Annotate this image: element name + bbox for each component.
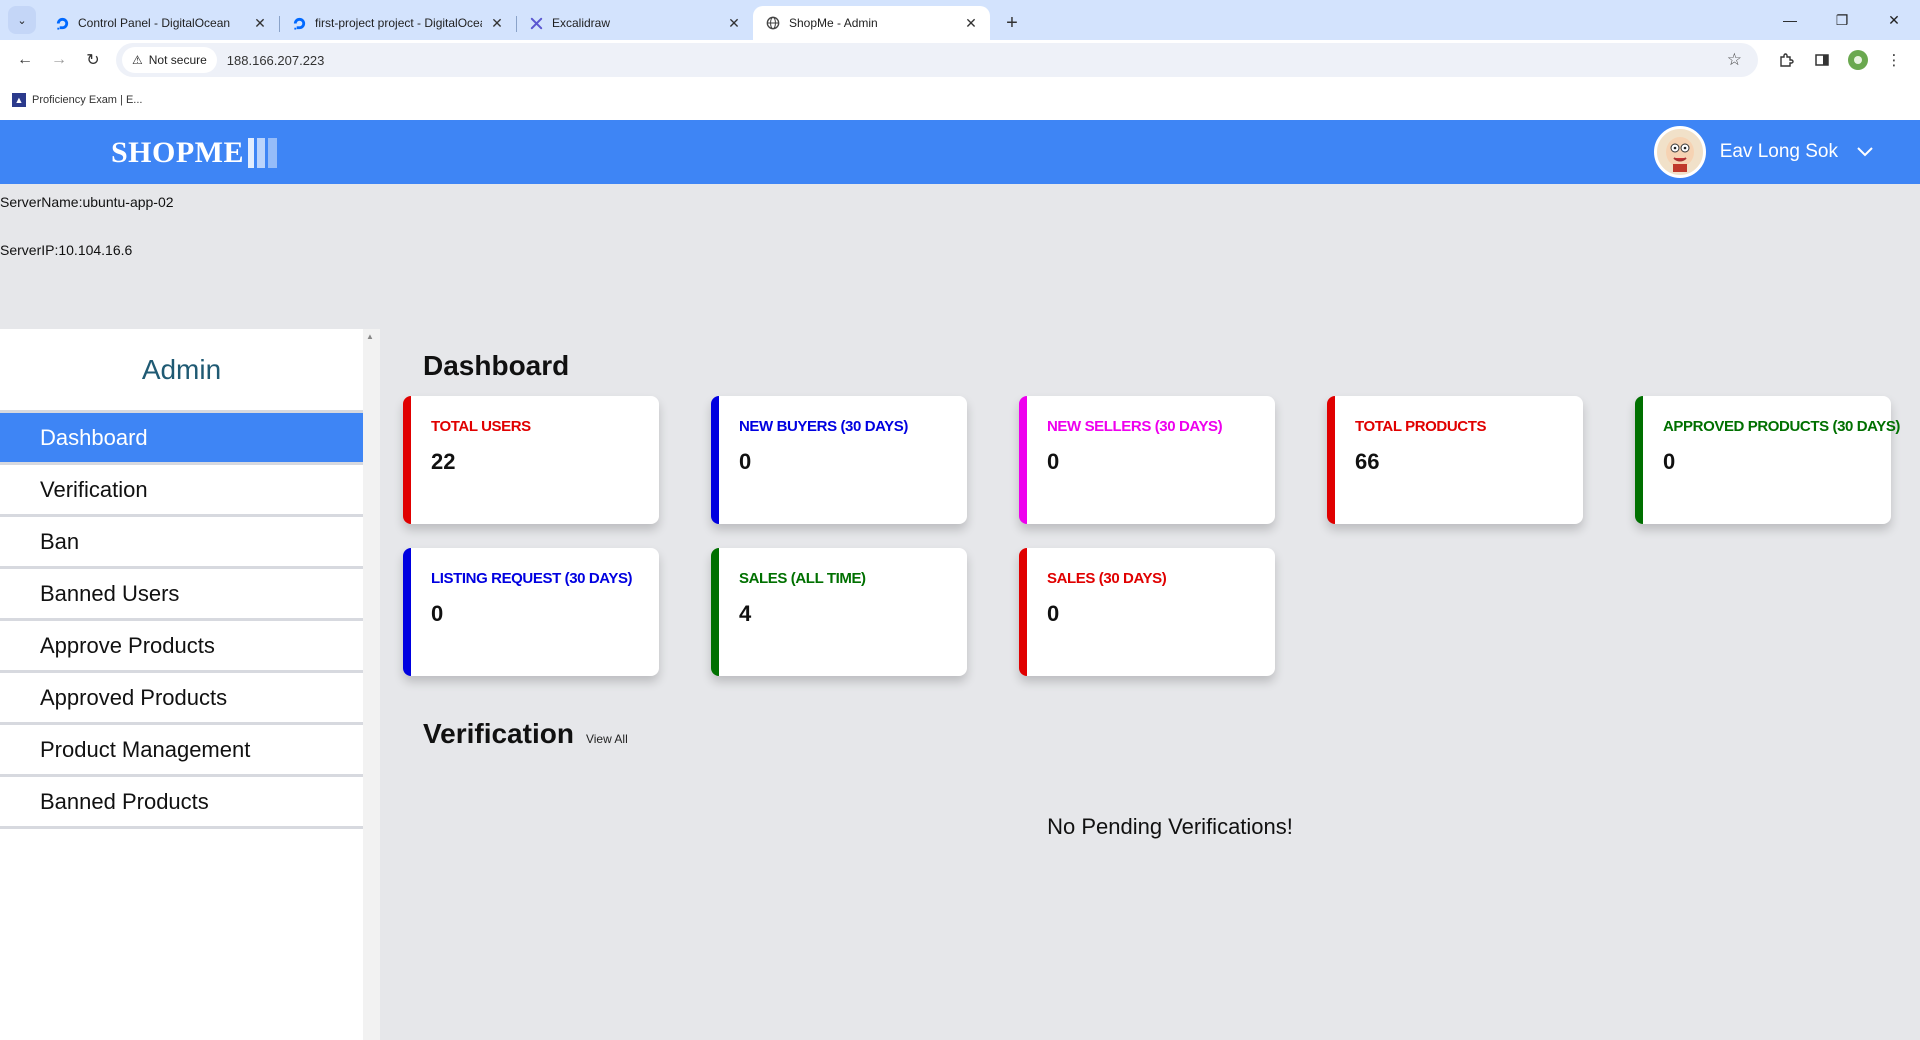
browser-toolbar: ← → ↻ ⚠ Not secure 188.166.207.223 ☆ ⋮ [0, 40, 1920, 80]
user-menu[interactable]: Eav Long Sok [1653, 126, 1874, 178]
logo-text: SHOPME [111, 136, 245, 169]
sidebar-item-banned-products[interactable]: Banned Products [0, 777, 363, 829]
stat-card-new-buyers: NEW BUYERS (30 DAYS) 0 [711, 396, 967, 524]
stat-card-approved-products: APPROVED PRODUCTS (30 DAYS) 0 [1635, 396, 1901, 524]
sidebar-item-approve-products[interactable]: Approve Products [0, 621, 363, 673]
sidebar-item-banned-users[interactable]: Banned Users [0, 569, 363, 621]
side-panel-icon[interactable] [1804, 43, 1840, 77]
warning-icon: ⚠ [132, 53, 143, 67]
server-name: ServerName:ubuntu-app-02 [0, 194, 174, 210]
stat-card-total-users: TOTAL USERS 22 [403, 396, 659, 524]
stat-card-label: LISTING REQUEST (30 DAYS) [431, 570, 633, 587]
restore-icon[interactable]: ❐ [1816, 0, 1868, 40]
bookmark-favicon-icon: ▲ [12, 93, 26, 107]
tab-search-icon[interactable]: ⌄ [8, 6, 36, 34]
stat-card-label: NEW BUYERS (30 DAYS) [739, 418, 908, 435]
chevron-down-icon[interactable] [1856, 142, 1874, 163]
stat-card-new-sellers: NEW SELLERS (30 DAYS) 0 [1019, 396, 1275, 524]
sidebar-title: Admin [0, 329, 363, 413]
stat-card-value: 22 [431, 449, 456, 474]
stat-card-value: 0 [431, 601, 444, 626]
avatar[interactable] [1653, 126, 1706, 178]
sidebar-item-ban[interactable]: Ban [0, 517, 363, 569]
stat-card-label: APPROVED PRODUCTS (30 DAYS) [1663, 418, 1901, 435]
stat-card-value: 4 [739, 601, 752, 626]
new-tab-button[interactable]: + [998, 9, 1026, 37]
extensions-icon[interactable] [1768, 43, 1804, 77]
stat-card-label: SALES (30 DAYS) [1047, 570, 1167, 587]
security-label: Not secure [148, 53, 207, 67]
globe-icon [765, 15, 781, 31]
shopme-logo[interactable]: SHOPME [111, 136, 278, 170]
close-icon[interactable]: ✕ [725, 14, 743, 32]
more-menu-icon[interactable]: ⋮ [1876, 43, 1912, 77]
view-all-link[interactable]: View All [586, 732, 628, 746]
stat-card-value: 0 [1047, 449, 1060, 474]
close-icon[interactable]: ✕ [962, 14, 980, 32]
stat-card-sales-all-time: SALES (ALL TIME) 4 [711, 548, 967, 676]
logo-bars-icon [248, 138, 278, 168]
stat-card-label: NEW SELLERS (30 DAYS) [1047, 418, 1223, 435]
stat-card-value: 0 [739, 449, 752, 474]
bookmark-star-icon[interactable]: ☆ [1727, 50, 1742, 70]
stat-card-value: 0 [1047, 601, 1060, 626]
verification-header: Verification View All [423, 718, 628, 750]
forward-arrow-icon[interactable]: → [42, 43, 76, 77]
dashboard-title: Dashboard [423, 350, 570, 381]
address-bar[interactable]: ⚠ Not secure 188.166.207.223 ☆ [116, 43, 1758, 77]
stat-card-listing-request: LISTING REQUEST (30 DAYS) 0 [403, 548, 659, 676]
browser-tab-control-panel[interactable]: Control Panel - DigitalOcean ✕ [42, 6, 279, 40]
scroll-up-arrow-icon[interactable]: ▲ [366, 332, 374, 341]
close-icon[interactable]: ✕ [488, 14, 506, 32]
tab-title: ShopMe - Admin [789, 16, 878, 30]
minimize-icon[interactable]: — [1764, 0, 1816, 40]
sidebar-item-dashboard[interactable]: Dashboard [0, 413, 363, 465]
sidebar-item-product-management[interactable]: Product Management [0, 725, 363, 777]
user-name: Eav Long Sok [1719, 141, 1838, 162]
stat-card-label: SALES (ALL TIME) [739, 570, 866, 587]
stat-card-label: TOTAL PRODUCTS [1355, 418, 1487, 435]
bookmarks-bar: ▲ Proficiency Exam | E... [0, 80, 1920, 120]
sidebar-scrollbar[interactable]: ▲ [363, 329, 380, 1040]
sidebar-item-approved-products[interactable]: Approved Products [0, 673, 363, 725]
url-text[interactable]: 188.166.207.223 [227, 53, 1727, 68]
site-security-chip[interactable]: ⚠ Not secure [122, 47, 217, 73]
bookmark-link[interactable]: Proficiency Exam | E... [32, 94, 142, 106]
admin-sidebar: Admin Dashboard Verification Ban Banned … [0, 329, 363, 1040]
server-ip: ServerIP:10.104.16.6 [0, 242, 133, 258]
digitalocean-icon [291, 15, 307, 31]
tab-title: Control Panel - DigitalOcean [78, 16, 231, 30]
close-icon[interactable]: ✕ [251, 14, 269, 32]
tab-title: Excalidraw [552, 16, 611, 30]
digitalocean-icon [54, 15, 70, 31]
main-content: Dashboard TOTAL USERS 22 NEW BUYERS (30 … [380, 329, 1920, 1040]
server-info: ServerName:ubuntu-app-02 ServerIP:10.104… [0, 194, 174, 290]
stat-card-label: TOTAL USERS [431, 418, 531, 435]
verification-title: Verification [423, 718, 574, 749]
stat-card-value: 66 [1355, 449, 1380, 474]
stat-card-total-products: TOTAL PRODUCTS 66 [1327, 396, 1583, 524]
reload-icon[interactable]: ↻ [76, 43, 110, 77]
window-controls: — ❐ ✕ [1764, 0, 1920, 40]
stat-card-sales-30-days: SALES (30 DAYS) 0 [1019, 548, 1275, 676]
app-header: SHOPME Eav Long Sok [0, 120, 1920, 184]
browser-tab-strip: ⌄ Control Panel - DigitalOcean ✕ first-p… [0, 0, 1920, 40]
empty-verifications-message: No Pending Verifications! [1047, 814, 1293, 839]
back-arrow-icon[interactable]: ← [8, 43, 42, 77]
stat-card-value: 0 [1663, 449, 1676, 474]
sidebar-item-verification[interactable]: Verification [0, 465, 363, 517]
profile-icon[interactable] [1840, 43, 1876, 77]
window-close-icon[interactable]: ✕ [1868, 0, 1920, 40]
browser-tab-first-project[interactable]: first-project project - DigitalOcean ✕ [279, 6, 516, 40]
browser-tab-shopme-admin[interactable]: ShopMe - Admin ✕ [753, 6, 990, 40]
excalidraw-icon [528, 15, 544, 31]
browser-tab-excalidraw[interactable]: Excalidraw ✕ [516, 6, 753, 40]
tab-title: first-project project - DigitalOcean [315, 16, 482, 30]
